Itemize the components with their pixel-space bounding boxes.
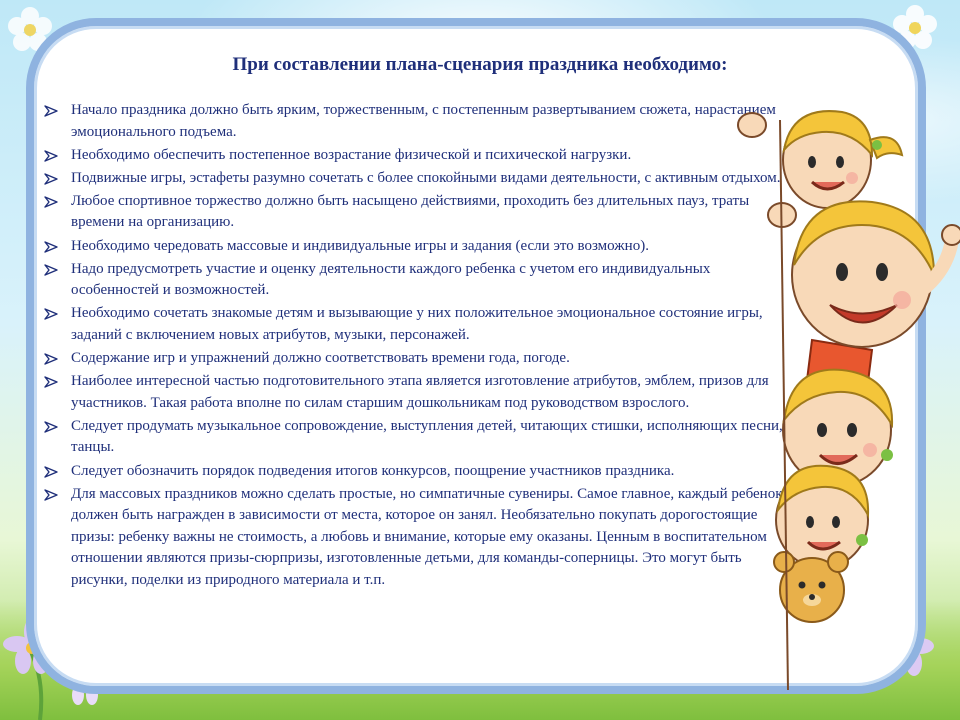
bullet-item: Следует обозначить порядок подведения ит… (44, 461, 789, 483)
bullet-item: Начало праздника должно быть ярким, торж… (44, 100, 789, 143)
bullet-text: Необходимо сочетать знакомые детям и выз… (71, 305, 763, 343)
arrow-bullet-icon (44, 488, 58, 501)
arrow-bullet-icon (44, 240, 58, 253)
bullet-item: Наиболее интересной частью подготовитель… (44, 371, 789, 414)
page-title: При составлении плана-сценария праздника… (232, 54, 728, 75)
bullet-item: Необходимо сочетать знакомые детям и выз… (44, 303, 789, 346)
arrow-bullet-icon (44, 149, 58, 162)
arrow-bullet-icon (44, 105, 58, 117)
arrow-bullet-icon (44, 173, 58, 185)
arrow-bullet-icon (44, 421, 58, 433)
bullet-text: Необходимо чередовать массовые и индивид… (71, 237, 649, 254)
arrow-bullet-icon (44, 308, 58, 321)
bullet-item: Для массовых праздников можно сделать пр… (44, 484, 789, 592)
bullet-text: Наиболее интересной частью подготовитель… (71, 373, 769, 411)
bullet-list: Начало праздника должно быть ярким, торж… (44, 100, 789, 593)
children-peeking-illustration (737, 110, 960, 691)
child-4-figure (775, 464, 870, 569)
arrow-bullet-icon (44, 263, 58, 276)
teddy-bear-figure (773, 551, 849, 623)
bullet-item: Содержание игр и упражнений должно соотв… (44, 348, 789, 370)
bullet-text: Для массовых праздников можно сделать пр… (71, 485, 783, 588)
bullet-text: Следует продумать музыкальное сопровожде… (71, 417, 783, 456)
arrow-bullet-icon (44, 465, 58, 478)
bullet-text: Начало праздника должно быть ярким, торж… (71, 102, 776, 140)
bullet-text: Необходимо обеспечить постепенное возрас… (71, 146, 632, 163)
bullet-text: Содержание игр и упражнений должно соотв… (71, 350, 570, 367)
arrow-bullet-icon (44, 196, 58, 208)
bullet-item: Любое спортивное торжество должно быть н… (44, 191, 789, 234)
bullet-item: Следует продумать музыкальное сопровожде… (44, 416, 789, 459)
arrow-bullet-icon (44, 376, 58, 388)
child-1-figure (737, 110, 904, 209)
arrow-bullet-icon (44, 353, 58, 365)
bullet-text: Подвижные игры, эстафеты разумно сочетат… (71, 169, 781, 186)
bullet-item: Надо предусмотреть участие и оценку деят… (44, 259, 789, 302)
bullet-text: Следует обозначить порядок подведения ит… (71, 462, 675, 479)
bullet-item: Необходимо чередовать массовые и индивид… (44, 236, 789, 258)
bullet-text: Надо предусмотреть участие и оценку деят… (71, 260, 711, 299)
bullet-text: Любое спортивное торжество должно быть н… (71, 192, 750, 231)
bullet-item: Подвижные игры, эстафеты разумно сочетат… (44, 168, 789, 190)
bullet-item: Необходимо обеспечить постепенное возрас… (44, 145, 789, 167)
